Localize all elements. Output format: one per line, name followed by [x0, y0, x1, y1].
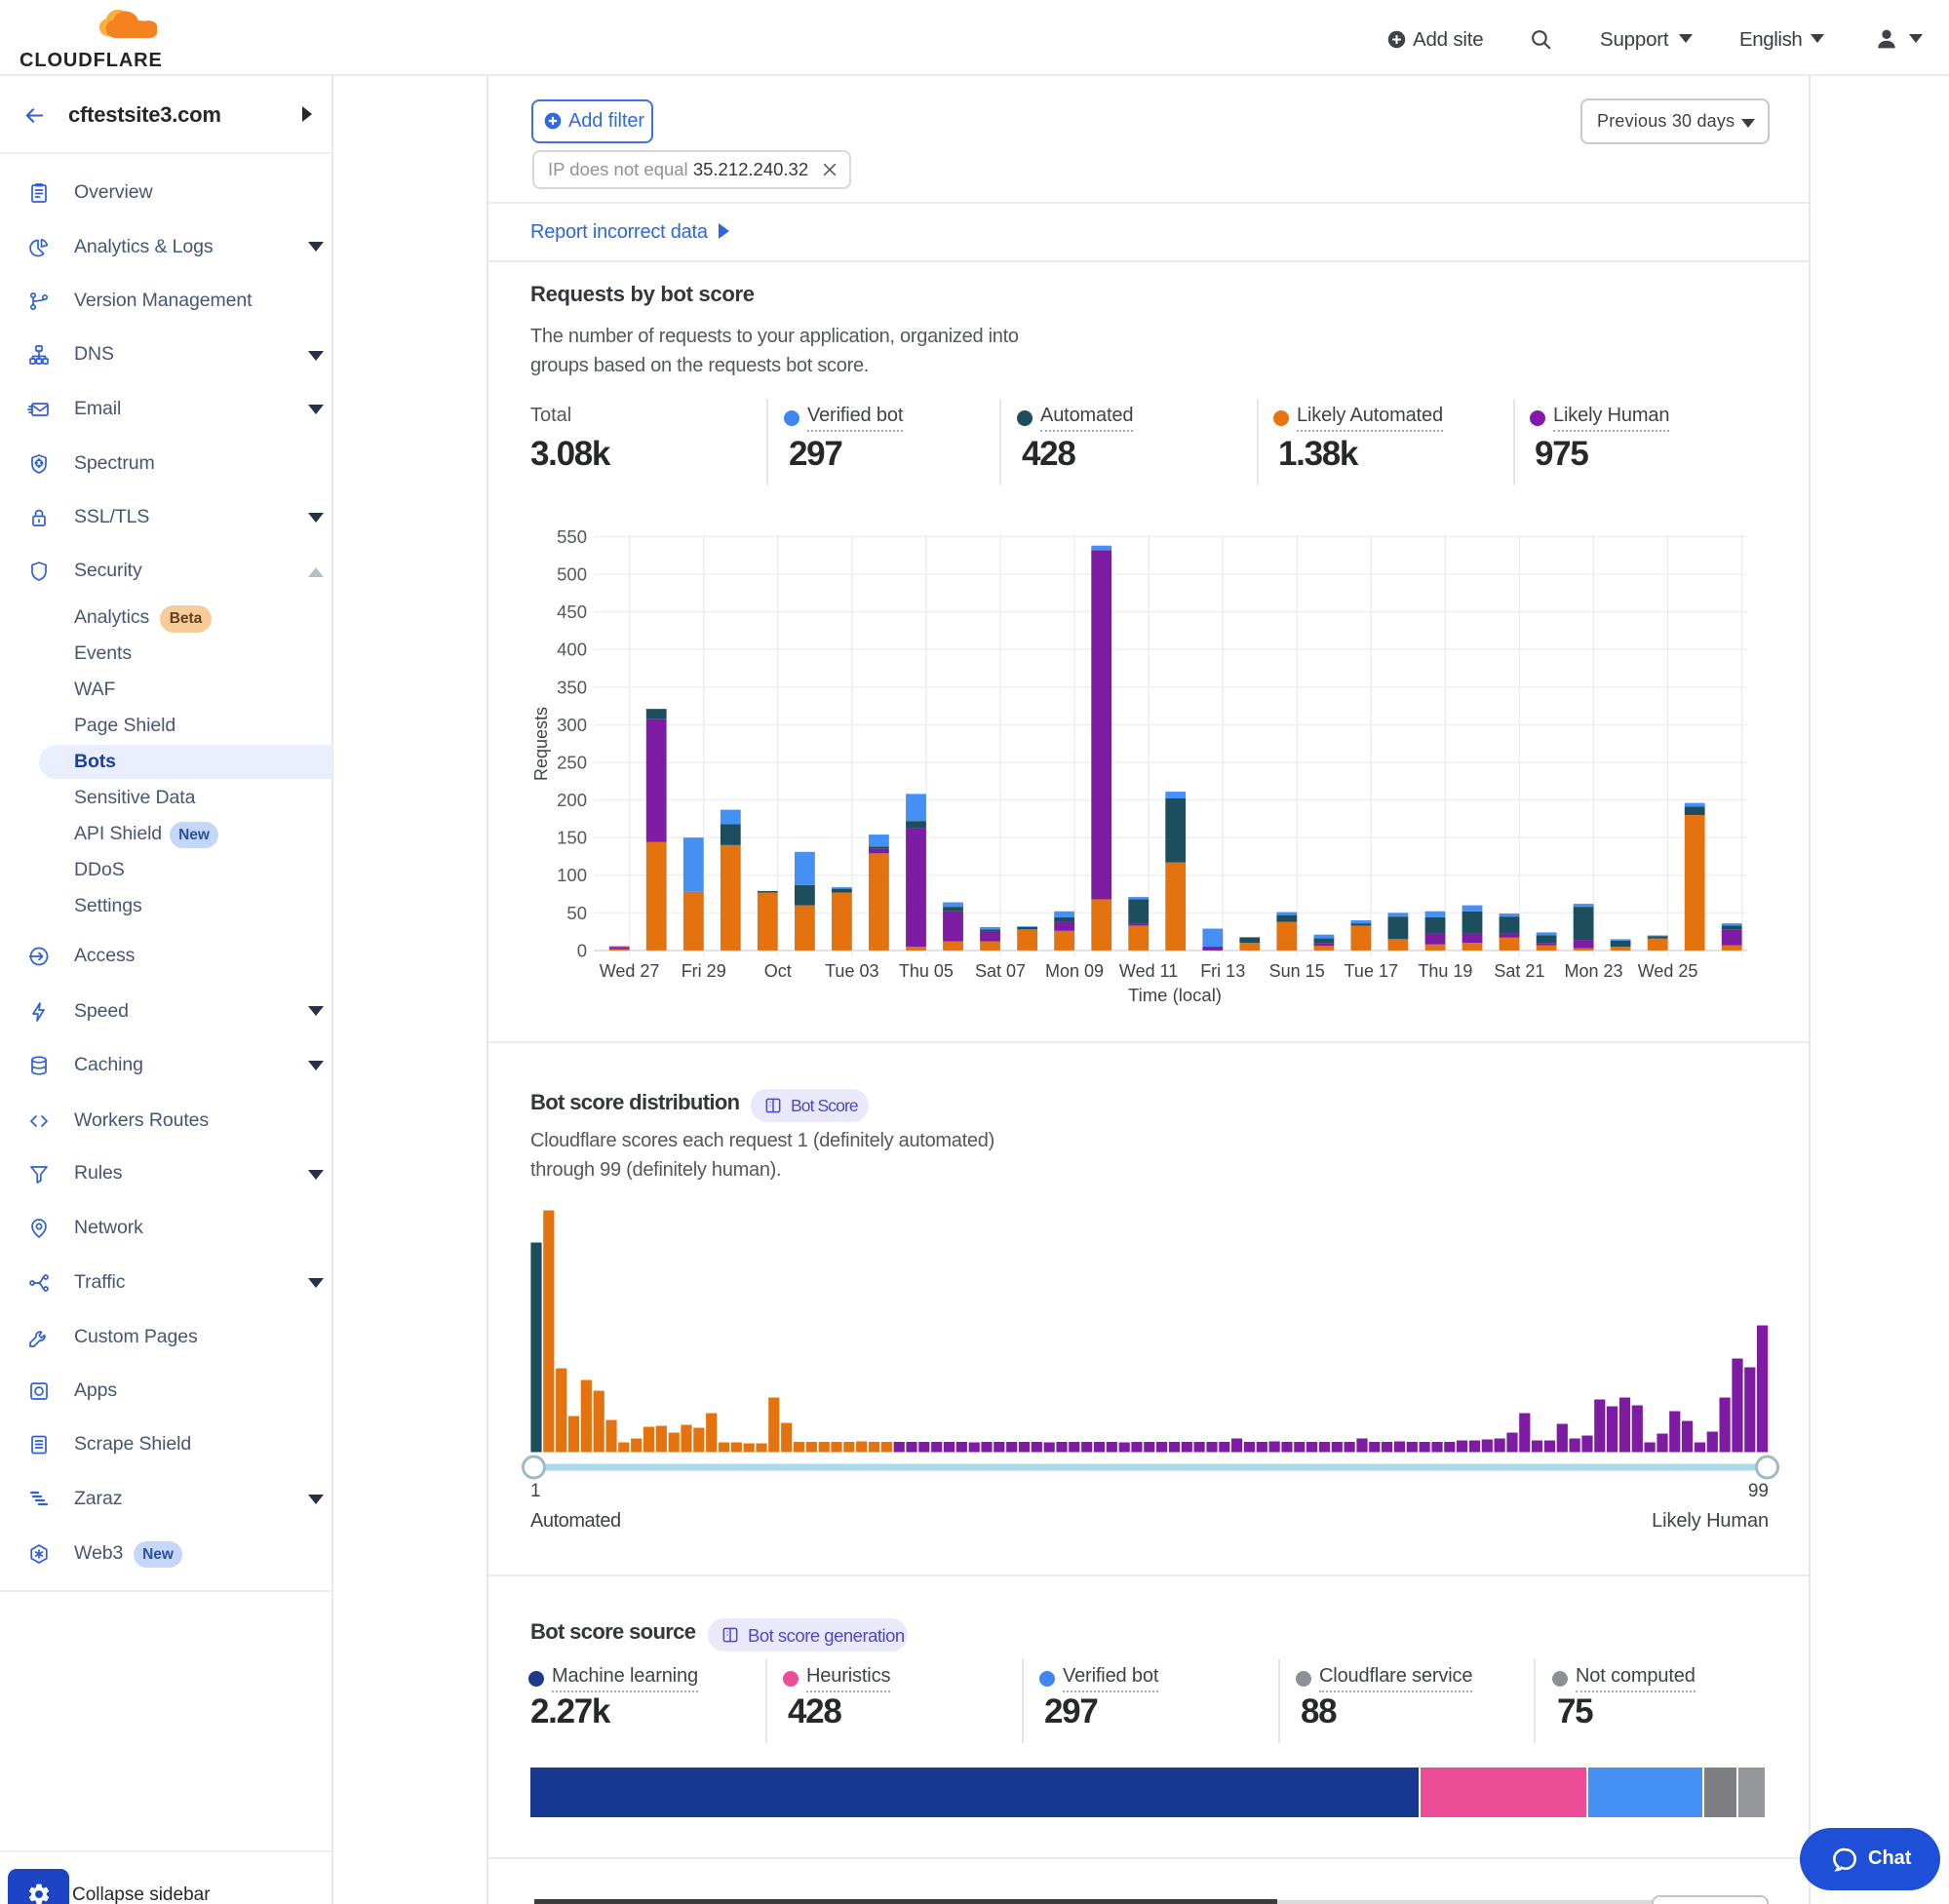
svg-text:Fri 29: Fri 29: [682, 961, 726, 981]
svg-text:250: 250: [557, 752, 587, 772]
svg-text:150: 150: [557, 828, 587, 848]
svg-text:200: 200: [557, 790, 587, 810]
svg-text:Sat 21: Sat 21: [1494, 961, 1544, 981]
svg-text:Sat 07: Sat 07: [975, 961, 1026, 981]
svg-text:Wed 25: Wed 25: [1638, 961, 1698, 981]
svg-text:400: 400: [557, 640, 587, 660]
svg-text:50: 50: [566, 903, 587, 923]
svg-text:100: 100: [557, 865, 587, 885]
svg-text:Wed 11: Wed 11: [1119, 961, 1178, 981]
svg-text:Thu 19: Thu 19: [1418, 961, 1472, 981]
svg-text:Wed 27: Wed 27: [600, 961, 660, 981]
svg-text:Tue 17: Tue 17: [1345, 961, 1398, 981]
svg-text:550: 550: [557, 526, 587, 547]
svg-text:Thu 05: Thu 05: [899, 961, 954, 981]
svg-text:Fri 13: Fri 13: [1200, 961, 1245, 981]
svg-text:300: 300: [557, 715, 587, 735]
svg-text:Requests: Requests: [531, 707, 551, 781]
svg-text:350: 350: [557, 677, 587, 697]
svg-text:Sun 15: Sun 15: [1269, 961, 1325, 981]
svg-text:Tue 03: Tue 03: [825, 961, 878, 981]
svg-text:Mon 09: Mon 09: [1045, 961, 1104, 981]
svg-text:Oct: Oct: [764, 961, 792, 981]
svg-text:500: 500: [557, 564, 587, 585]
svg-text:Time (local): Time (local): [1128, 985, 1222, 1005]
svg-text:450: 450: [557, 602, 587, 622]
svg-text:Mon 23: Mon 23: [1564, 961, 1622, 981]
svg-text:0: 0: [577, 940, 587, 960]
